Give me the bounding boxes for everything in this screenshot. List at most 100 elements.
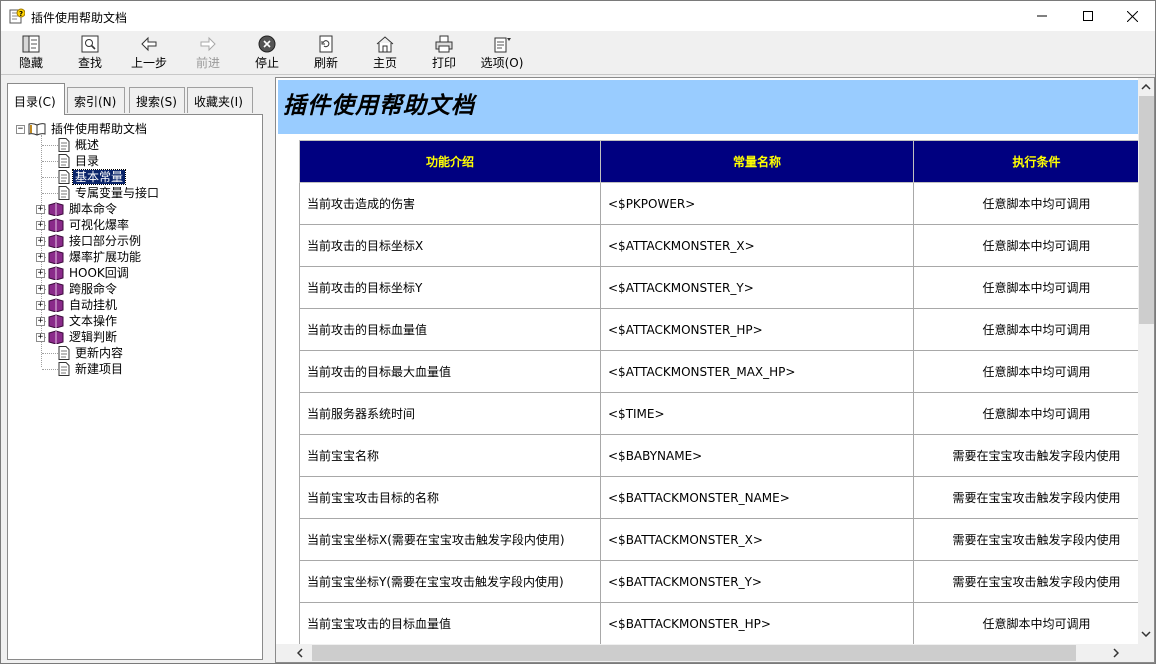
pane-splitter[interactable]	[267, 77, 275, 663]
tree-branch-line	[42, 193, 58, 194]
tree-branch-line	[42, 353, 58, 354]
tree-item[interactable]: + 逻辑判断	[36, 329, 119, 345]
stop-button[interactable]: 停止	[242, 33, 292, 73]
scroll-down-button[interactable]	[1138, 626, 1154, 642]
hide-button[interactable]: 隐藏	[6, 33, 56, 73]
tree-item[interactable]: + 脚本命令	[36, 201, 119, 217]
expand-toggle[interactable]: +	[36, 316, 45, 326]
tree-item-label: 跨服命令	[69, 282, 118, 296]
cell-function: 当前宝宝攻击目标的名称	[299, 476, 601, 519]
table-row: 当前宝宝坐标X(需要在宝宝攻击触发字段内使用) <$BATTACKMONSTER_…	[299, 518, 1138, 561]
expand-toggle[interactable]: +	[36, 220, 45, 230]
expand-toggle[interactable]: +	[36, 204, 45, 214]
tree-item[interactable]: + 可视化爆率	[36, 217, 131, 233]
page-icon	[58, 138, 70, 152]
print-icon	[435, 35, 453, 53]
tree-item[interactable]: + 文本操作	[36, 313, 119, 329]
cell-condition: 任意脚本中均可调用	[913, 224, 1138, 267]
tab-search[interactable]: 搜索(S)	[129, 87, 185, 113]
tree-item[interactable]: + HOOK回调	[36, 265, 131, 281]
chevron-down-icon	[1141, 631, 1151, 637]
cell-function: 当前宝宝坐标Y(需要在宝宝攻击触发字段内使用)	[299, 560, 601, 603]
cell-condition: 任意脚本中均可调用	[913, 602, 1138, 644]
scroll-left-button[interactable]	[292, 645, 308, 661]
scrollbar-corner	[1138, 644, 1154, 662]
vertical-scroll-thumb[interactable]	[1139, 96, 1154, 324]
table-row: 当前攻击的目标坐标X <$ATTACKMONSTER_X> 任意脚本中均可调用	[299, 224, 1138, 267]
tab-index[interactable]: 索引(N)	[67, 87, 125, 113]
help-app-icon: ?	[9, 8, 25, 24]
expand-toggle[interactable]: +	[36, 300, 45, 310]
cell-condition: 任意脚本中均可调用	[913, 266, 1138, 309]
refresh-button[interactable]: 刷新	[301, 33, 351, 73]
collapse-toggle[interactable]: −	[16, 124, 25, 134]
book-icon	[48, 330, 64, 344]
tree-item[interactable]: 新建项目	[58, 361, 125, 377]
forward-button[interactable]: 前进	[183, 33, 233, 73]
page-icon	[58, 362, 70, 376]
tree-item[interactable]: 基本常量	[58, 169, 127, 185]
expand-toggle[interactable]: +	[36, 268, 45, 278]
scroll-up-button[interactable]	[1138, 79, 1154, 95]
table-row: 当前宝宝攻击的目标血量值 <$BATTACKMONSTER_HP> 任意脚本中均可调…	[299, 602, 1138, 644]
page-icon	[58, 154, 70, 168]
tree-item-label: 更新内容	[75, 346, 124, 360]
horizontal-scroll-thumb[interactable]	[312, 645, 1076, 661]
tab-contents[interactable]: 目录(C)	[7, 83, 65, 115]
cell-function: 当前宝宝攻击的目标血量值	[299, 602, 601, 644]
vertical-scrollbar[interactable]	[1138, 78, 1154, 644]
tree-item[interactable]: 更新内容	[58, 345, 125, 361]
window-title: 插件使用帮助文档	[31, 11, 128, 25]
tree-item[interactable]: + 接口部分示例	[36, 233, 143, 249]
options-button[interactable]: 选项(O)	[477, 33, 527, 73]
minimize-button[interactable]	[1019, 1, 1065, 31]
tree-item-label: 逻辑判断	[69, 330, 118, 344]
expand-toggle[interactable]: +	[36, 252, 45, 262]
home-icon	[376, 36, 394, 53]
tree-item[interactable]: 目录	[58, 153, 101, 169]
tree-item-label: 概述	[75, 138, 100, 152]
tab-favorites[interactable]: 收藏夹(I)	[187, 87, 253, 113]
expand-toggle[interactable]: +	[36, 236, 45, 246]
find-button[interactable]: 查找	[65, 33, 115, 73]
home-button[interactable]: 主页	[360, 33, 410, 73]
tree-item-label: 脚本命令	[69, 202, 118, 216]
close-button[interactable]	[1109, 1, 1155, 31]
cell-condition: 任意脚本中均可调用	[913, 308, 1138, 351]
tree-branch-line	[42, 369, 58, 370]
tree-item[interactable]: 专属变量与接口	[58, 185, 161, 201]
print-button[interactable]: 打印	[419, 33, 469, 73]
forward-icon	[200, 36, 216, 52]
tree-item[interactable]: + 跨服命令	[36, 281, 119, 297]
cell-function: 当前服务器系统时间	[299, 392, 601, 435]
cell-condition: 任意脚本中均可调用	[913, 392, 1138, 435]
back-button[interactable]: 上一步	[124, 33, 174, 73]
cell-constant-name: <$BATTACKMONSTER_HP>	[600, 602, 914, 644]
maximize-button[interactable]	[1065, 1, 1111, 31]
header-condition: 执行条件	[913, 140, 1138, 183]
tree-item[interactable]: 概述	[58, 137, 101, 153]
cell-constant-name: <$BABYNAME>	[600, 434, 914, 477]
book-icon	[48, 314, 64, 328]
cell-function: 当前宝宝名称	[299, 434, 601, 477]
horizontal-scrollbar[interactable]	[276, 644, 1138, 662]
tree-item-label: 新建项目	[75, 362, 124, 376]
page-icon	[58, 186, 70, 200]
cell-function: 当前攻击的目标坐标Y	[299, 266, 601, 309]
table-row: 当前宝宝坐标Y(需要在宝宝攻击触发字段内使用) <$BATTACKMONSTER_…	[299, 560, 1138, 603]
cell-function: 当前攻击的目标坐标X	[299, 224, 601, 267]
tree-item-label: HOOK回调	[69, 266, 129, 280]
minimize-icon	[1037, 15, 1047, 17]
cell-condition: 任意脚本中均可调用	[913, 350, 1138, 393]
tree-item[interactable]: + 爆率扩展功能	[36, 249, 143, 265]
book-icon	[48, 218, 64, 232]
tree-root[interactable]: − 插件使用帮助文档	[16, 121, 149, 137]
tree-item[interactable]: + 自动挂机	[36, 297, 119, 313]
cell-function: 当前攻击的目标血量值	[299, 308, 601, 351]
scroll-right-button[interactable]	[1108, 645, 1124, 661]
contents-tree-panel: − 插件使用帮助文档 概述 目录 基本常量 专属变量与接口 + 脚本命令 + 可视化爆率 + 接口部分…	[7, 114, 263, 660]
page-banner: 插件使用帮助文档	[278, 80, 1138, 134]
table-header-row: 功能介绍 常量名称 执行条件	[299, 140, 1138, 183]
expand-toggle[interactable]: +	[36, 332, 45, 342]
expand-toggle[interactable]: +	[36, 284, 45, 294]
